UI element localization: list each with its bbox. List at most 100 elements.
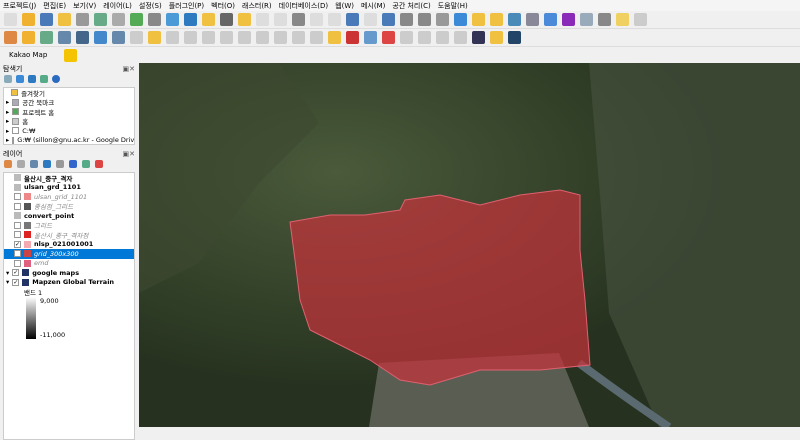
- menu-item[interactable]: 공간 처리(C): [392, 1, 430, 11]
- toolbar-button-icon[interactable]: [76, 13, 89, 26]
- toolbar-button-icon[interactable]: [508, 31, 521, 44]
- expand-arrow-icon[interactable]: ▾: [6, 269, 9, 277]
- toolbar-button-icon[interactable]: [310, 31, 323, 44]
- expand-icon[interactable]: [69, 160, 77, 168]
- toolbar-button-icon[interactable]: [364, 13, 377, 26]
- expand-arrow-icon[interactable]: ▸: [6, 98, 9, 106]
- toolbar-button-icon[interactable]: [526, 13, 539, 26]
- layer-item[interactable]: ulsan_grd_1101: [4, 183, 134, 193]
- toolbar-button-icon[interactable]: [40, 31, 53, 44]
- toolbar-button-icon[interactable]: [544, 13, 557, 26]
- menu-item[interactable]: 래스터(R): [242, 1, 272, 11]
- toolbar-button-icon[interactable]: [76, 31, 89, 44]
- toolbar-button-icon[interactable]: [274, 31, 287, 44]
- toolbar-button-icon[interactable]: [166, 13, 179, 26]
- toolbar-button-icon[interactable]: [22, 31, 35, 44]
- panel-close-icon[interactable]: ▣✕: [123, 65, 135, 73]
- map-canvas[interactable]: [139, 63, 800, 427]
- menu-item[interactable]: 메시(M): [361, 1, 385, 11]
- layer-checkbox[interactable]: [14, 202, 21, 210]
- toolbar-button-icon[interactable]: [598, 13, 611, 26]
- expand-arrow-icon[interactable]: [6, 89, 8, 97]
- toolbar-button-icon[interactable]: [562, 13, 575, 26]
- expand-arrow-icon[interactable]: ▾: [6, 278, 9, 286]
- layer-item[interactable]: ▾ ✓ Mapzen Global Terrain: [4, 278, 134, 288]
- toolbar-button-icon[interactable]: [58, 13, 71, 26]
- toolbar-button-icon[interactable]: [418, 13, 431, 26]
- visibility-icon[interactable]: [30, 160, 38, 168]
- toolbar-button-icon[interactable]: [634, 13, 647, 26]
- toolbar-button-icon[interactable]: [58, 31, 71, 44]
- toolbar-button-icon[interactable]: [256, 13, 269, 26]
- toolbar-button-icon[interactable]: [436, 13, 449, 26]
- layer-checkbox[interactable]: ✓: [12, 278, 20, 286]
- toolbar-button-icon[interactable]: [238, 13, 251, 26]
- layer-item[interactable]: ulsan_grid_1101: [4, 192, 134, 202]
- layer-item[interactable]: convert_point: [4, 211, 134, 221]
- toolbar-button-icon[interactable]: [166, 31, 179, 44]
- layer-checkbox[interactable]: [14, 259, 21, 267]
- expand-arrow-icon[interactable]: ▸: [6, 127, 9, 135]
- menu-item[interactable]: 편집(E): [43, 1, 66, 11]
- toolbar-button-icon[interactable]: [490, 31, 503, 44]
- layer-item[interactable]: ▾ ✓ google maps: [4, 268, 134, 278]
- layer-checkbox[interactable]: [14, 250, 21, 258]
- browser-item[interactable]: ▸ C:₩: [4, 126, 134, 136]
- expression-filter-icon[interactable]: [56, 160, 64, 168]
- layer-checkbox[interactable]: [14, 221, 21, 229]
- toolbar-button-icon[interactable]: [364, 31, 377, 44]
- menu-item[interactable]: 보기(V): [73, 1, 96, 11]
- expand-arrow-icon[interactable]: ▸: [6, 117, 9, 125]
- layer-checkbox[interactable]: [14, 193, 21, 201]
- toolbar-button-icon[interactable]: [292, 13, 305, 26]
- toolbar-button-icon[interactable]: [148, 13, 161, 26]
- toolbar-button-icon[interactable]: [4, 13, 17, 26]
- expand-arrow-icon[interactable]: ▸: [6, 136, 9, 144]
- toolbar-button-icon[interactable]: [220, 13, 233, 26]
- layer-item[interactable]: emd: [4, 259, 134, 269]
- browser-item[interactable]: ▸ 프로젝트 홈: [4, 107, 134, 117]
- grid-polygon[interactable]: [289, 189, 591, 386]
- toolbar-button-icon[interactable]: [346, 31, 359, 44]
- panel-close-icon[interactable]: ▣✕: [123, 150, 135, 158]
- toolbar-button-icon[interactable]: [94, 31, 107, 44]
- kakao-map-icon[interactable]: [64, 48, 78, 62]
- menu-item[interactable]: 설정(S): [139, 1, 162, 11]
- toolbar-button-icon[interactable]: [40, 13, 53, 26]
- toolbar-button-icon[interactable]: [472, 13, 485, 26]
- layer-item[interactable]: 중심점_그리드: [4, 202, 134, 211]
- menu-item[interactable]: 도움말(H): [438, 1, 468, 11]
- refresh-icon[interactable]: [16, 75, 24, 83]
- toolbar-button-icon[interactable]: [508, 13, 521, 26]
- layer-item[interactable]: 그리드: [4, 221, 134, 230]
- toolbar-button-icon[interactable]: [202, 31, 215, 44]
- collapse-icon[interactable]: [40, 75, 48, 83]
- toolbar-button-icon[interactable]: [220, 31, 233, 44]
- toolbar-button-icon[interactable]: [94, 13, 107, 26]
- toolbar-button-icon[interactable]: [472, 31, 485, 44]
- menu-item[interactable]: 웹(W): [335, 1, 354, 11]
- toolbar-button-icon[interactable]: [112, 13, 125, 26]
- toolbar-button-icon[interactable]: [112, 31, 125, 44]
- toolbar-button-icon[interactable]: [382, 31, 395, 44]
- toolbar-button-icon[interactable]: [580, 13, 593, 26]
- toolbar-button-icon[interactable]: [490, 13, 503, 26]
- menu-item[interactable]: 프로젝트(J): [3, 1, 36, 11]
- expand-arrow-icon[interactable]: ▸: [6, 108, 9, 116]
- layer-checkbox[interactable]: ✓: [14, 240, 21, 248]
- toolbar-button-icon[interactable]: [400, 13, 413, 26]
- layer-item[interactable]: 울산시_중구_격자: [4, 173, 134, 183]
- browser-item[interactable]: ▸ 공간 북마크: [4, 98, 134, 107]
- toolbar-button-icon[interactable]: [616, 13, 629, 26]
- layer-item[interactable]: grid_300x300: [4, 249, 134, 259]
- toolbar-button-icon[interactable]: [400, 31, 413, 44]
- browser-item[interactable]: 즐겨찾기: [4, 88, 134, 98]
- browser-item[interactable]: ▸ G:₩ (sillon@gnu.ac.kr - Google Drive): [4, 136, 134, 144]
- toolbar-button-icon[interactable]: [418, 31, 431, 44]
- toolbar-button-icon[interactable]: [130, 13, 143, 26]
- toolbar-button-icon[interactable]: [328, 31, 341, 44]
- toolbar-button-icon[interactable]: [454, 13, 467, 26]
- toolbar-button-icon[interactable]: [328, 13, 341, 26]
- toolbar-button-icon[interactable]: [382, 13, 395, 26]
- toolbar-button-icon[interactable]: [4, 31, 17, 44]
